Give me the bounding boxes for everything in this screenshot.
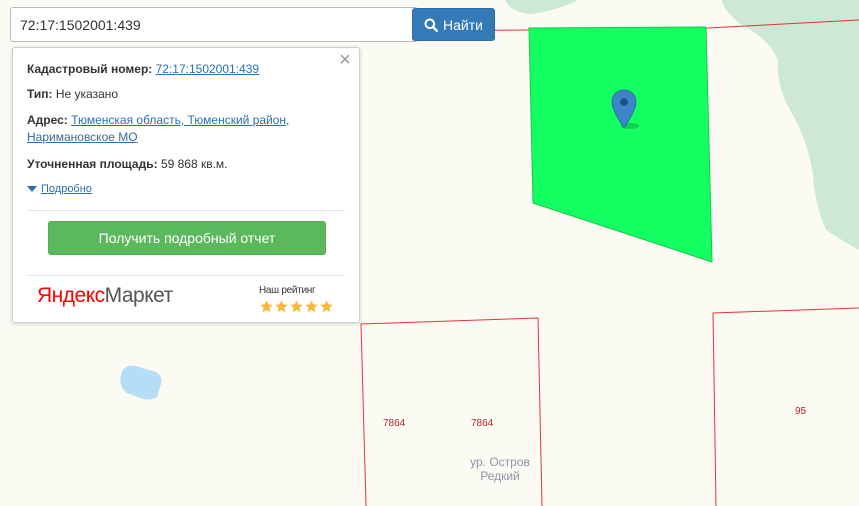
star-icon <box>260 300 273 313</box>
star-icon <box>275 300 288 313</box>
parcel-boundary-right[interactable] <box>712 307 859 506</box>
logo-text-yandex: Яндекс <box>37 284 105 307</box>
star-icon <box>290 300 303 313</box>
rating-stars <box>259 299 334 314</box>
address-row: Адрес: Тюменская область, Тюменский райо… <box>27 112 345 146</box>
area-label: Уточненная площадь: <box>27 157 158 171</box>
type-row: Тип: Не указано <box>27 86 345 103</box>
water-body <box>120 365 162 400</box>
forest-area-right <box>722 0 859 250</box>
parcel-number-label: 7864 <box>383 418 406 429</box>
area-value: 59 868 кв.м. <box>160 157 228 171</box>
type-label: Тип: <box>27 87 53 101</box>
forest-area-top <box>505 0 578 14</box>
area-row: Уточненная площадь: 59 868 кв.м. <box>27 156 345 173</box>
search-icon <box>424 18 439 32</box>
address-label: Адрес: <box>27 113 68 127</box>
divider <box>27 275 345 276</box>
selected-parcel[interactable] <box>528 26 713 263</box>
parcel-number-label: 95 <box>795 406 807 417</box>
cadastral-number-row: Кадастровый номер: 72:17:1502001:439 <box>27 61 345 78</box>
address-link[interactable]: Наримановское МО <box>27 130 138 144</box>
details-toggle[interactable]: Подробно <box>27 183 92 195</box>
type-value: Не указано <box>55 87 119 101</box>
address-link[interactable]: Тюменская область, Тюменский район, <box>71 113 289 127</box>
star-icon <box>305 300 318 313</box>
cadastral-number-label: Кадастровый номер: <box>27 62 153 76</box>
details-toggle-label: Подробно <box>41 183 92 195</box>
cadastral-number-link[interactable]: 72:17:1502001:439 <box>156 62 259 76</box>
place-name-label: ур. Остров Редкий <box>462 455 538 483</box>
search-button[interactable]: Найти <box>412 8 495 41</box>
logo-text-market: Маркет <box>104 284 174 307</box>
place-name-line: ур. Остров <box>470 455 530 469</box>
yandex-market-logo[interactable]: Яндекс Маркет <box>37 284 173 308</box>
get-report-button[interactable]: Получить подробный отчет <box>48 221 326 255</box>
star-icon <box>320 300 333 313</box>
place-name-line: Редкий <box>480 469 520 483</box>
search-button-label: Найти <box>443 16 483 33</box>
divider <box>27 210 345 211</box>
parcel-info-popup: × Кадастровый номер: 72:17:1502001:439 Т… <box>12 47 360 323</box>
search-input[interactable] <box>10 7 418 42</box>
rating-label: Наш рейтинг <box>259 285 316 296</box>
rating-badge[interactable]: Наш рейтинг <box>259 285 334 314</box>
chevron-down-icon <box>27 186 37 192</box>
parcel-number-label: 7864 <box>471 418 494 429</box>
